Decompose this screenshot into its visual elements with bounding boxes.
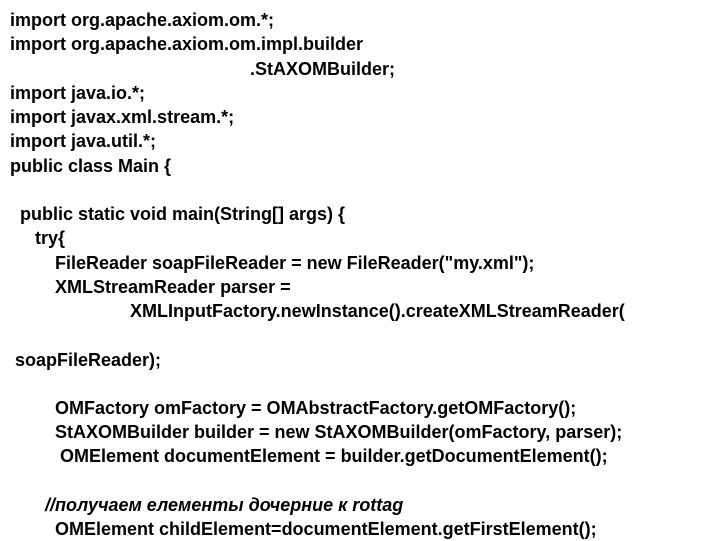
code-line: .StAXOMBuilder; bbox=[10, 57, 710, 81]
blank-line bbox=[10, 178, 710, 202]
code-line: FileReader soapFileReader = new FileRead… bbox=[10, 251, 710, 275]
code-line: OMElement childElement=documentElement.g… bbox=[10, 517, 710, 541]
code-line: OMFactory omFactory = OMAbstractFactory.… bbox=[10, 396, 710, 420]
code-line: import java.util.*; bbox=[10, 129, 710, 153]
code-line: soapFileReader); bbox=[10, 348, 710, 372]
code-comment: //получаем елементы дочерние к rottag bbox=[10, 493, 710, 517]
code-line: try{ bbox=[10, 226, 710, 250]
code-line: import java.io.*; bbox=[10, 81, 710, 105]
code-line: public static void main(String[] args) { bbox=[10, 202, 710, 226]
blank-line bbox=[10, 469, 710, 493]
code-line: OMElement documentElement = builder.getD… bbox=[10, 444, 710, 468]
blank-line bbox=[10, 372, 710, 396]
code-line: StAXOMBuilder builder = new StAXOMBuilde… bbox=[10, 420, 710, 444]
code-line: import javax.xml.stream.*; bbox=[10, 105, 710, 129]
code-line: import org.apache.axiom.om.impl.builder bbox=[10, 32, 710, 56]
code-line: import org.apache.axiom.om.*; bbox=[10, 8, 710, 32]
code-line: public class Main { bbox=[10, 154, 710, 178]
blank-line bbox=[10, 324, 710, 348]
code-line: XMLStreamReader parser = bbox=[10, 275, 710, 299]
code-line: XMLInputFactory.newInstance().createXMLS… bbox=[10, 299, 710, 323]
